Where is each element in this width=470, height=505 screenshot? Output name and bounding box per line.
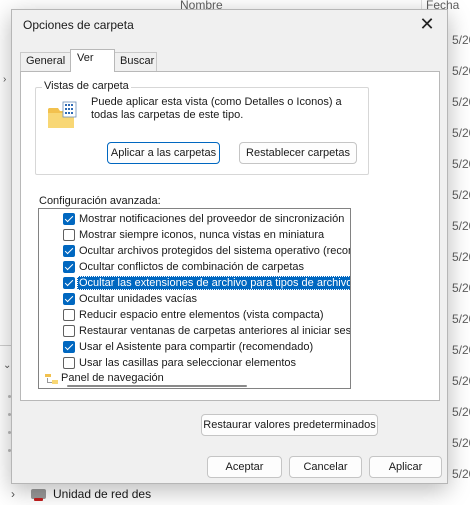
date-value: 5/20 (452, 33, 470, 47)
setting-checkbox[interactable] (63, 261, 75, 273)
cancel-button[interactable]: Cancelar (289, 456, 362, 478)
setting-checkbox[interactable] (63, 213, 75, 225)
date-value: 5/20 (452, 343, 470, 357)
tab-general[interactable]: General (20, 52, 72, 71)
horizontal-scrollbar[interactable] (67, 385, 247, 387)
advanced-setting-item[interactable]: Reducir espacio entre elementos (vista c… (39, 307, 335, 323)
date-value: 5/20 (452, 219, 470, 233)
setting-checkbox[interactable] (63, 229, 75, 241)
tab-panel-ver: Vistas de carpeta Puede aplicar esta vis… (20, 71, 440, 436)
folder-options-dialog: Opciones de carpeta ✕ General Ver Buscar… (11, 9, 448, 484)
dialog-title: Opciones de carpeta (23, 18, 134, 32)
date-value: 5/20 (452, 312, 470, 326)
setting-label: Ocultar unidades vacías (79, 293, 198, 305)
advanced-setting-item[interactable]: Ocultar archivos protegidos del sistema … (39, 243, 350, 259)
restore-defaults-button[interactable]: Restaurar valores predeterminados (201, 414, 378, 436)
advanced-setting-item[interactable]: Restaurar ventanas de carpetas anteriore… (39, 323, 350, 339)
setting-checkbox[interactable] (63, 325, 75, 337)
advanced-setting-item[interactable]: Ocultar las extensiones de archivo para … (39, 275, 350, 291)
close-button[interactable]: ✕ (411, 12, 443, 38)
apply-to-folders-button[interactable]: Aplicar a las carpetas (107, 142, 220, 164)
advanced-settings-label: Configuración avanzada: (39, 195, 161, 207)
date-value: 5/20 (452, 95, 470, 109)
setting-label: Mostrar siempre iconos, nunca vistas en … (79, 229, 325, 241)
date-value: 5/20 (452, 188, 470, 202)
setting-checkbox[interactable] (63, 341, 75, 353)
folder-views-legend: Vistas de carpeta (42, 80, 131, 92)
date-value: 5/20 (452, 281, 470, 295)
folder-views-description: Puede aplicar esta vista (como Detalles … (91, 96, 342, 121)
date-value: 5/20 (452, 436, 470, 450)
setting-checkbox[interactable] (63, 277, 75, 289)
setting-label: Ocultar archivos protegidos del sistema … (79, 245, 351, 257)
advanced-setting-item[interactable]: Mostrar siempre iconos, nunca vistas en … (39, 227, 335, 243)
advanced-setting-item[interactable]: Ocultar unidades vacías (39, 291, 335, 307)
network-drive-item[interactable]: › Unidad de red des (0, 483, 470, 505)
navigation-pane-icon (45, 374, 58, 384)
chevron-right-icon[interactable]: › (3, 74, 6, 85)
tab-buscar[interactable]: Buscar (114, 52, 157, 71)
setting-label: Usar las casillas para seleccionar eleme… (79, 357, 297, 369)
reset-folders-button[interactable]: Restablecer carpetas (239, 142, 357, 164)
advanced-setting-item[interactable]: Ocultar conflictos de combinación de car… (39, 259, 335, 275)
dialog-titlebar[interactable]: Opciones de carpeta ✕ (12, 10, 447, 40)
chevron-right-icon[interactable]: › (11, 487, 15, 501)
advanced-setting-item[interactable]: Mostrar notificaciones del proveedor de … (39, 211, 344, 227)
tab-ver[interactable]: Ver (70, 49, 115, 72)
setting-checkbox[interactable] (63, 357, 75, 369)
folder-view-icon (48, 101, 77, 128)
ok-button[interactable]: Aceptar (207, 456, 282, 478)
advanced-setting-item[interactable]: Usar las casillas para seleccionar eleme… (39, 355, 335, 371)
date-value: 5/20 (452, 157, 470, 171)
setting-label: Mostrar notificaciones del proveedor de … (79, 213, 345, 225)
date-value: 5/20 (452, 126, 470, 140)
setting-checkbox[interactable] (63, 293, 75, 305)
network-drive-icon (31, 489, 46, 501)
setting-label: Restaurar ventanas de carpetas anteriore… (79, 325, 351, 337)
date-value: 5/20 (452, 64, 470, 78)
setting-label: Ocultar las extensiones de archivo para … (77, 276, 350, 290)
network-drive-label: Unidad de red des (53, 487, 152, 501)
date-value: 5/20 (452, 374, 470, 388)
date-value: 5/20 (452, 405, 470, 419)
date-value: 5/20 (452, 467, 470, 481)
setting-checkbox[interactable] (63, 245, 75, 257)
folder-views-group: Vistas de carpeta Puede aplicar esta vis… (35, 80, 369, 175)
apply-button[interactable]: Aplicar (369, 456, 442, 478)
advanced-settings-list[interactable]: Mostrar notificaciones del proveedor de … (38, 208, 351, 389)
setting-label: Usar el Asistente para compartir (recome… (79, 341, 314, 353)
date-value: 5/20 (452, 250, 470, 264)
advanced-setting-item[interactable]: Usar el Asistente para compartir (recome… (39, 339, 335, 355)
setting-label: Ocultar conflictos de combinación de car… (79, 261, 305, 273)
setting-label: Reducir espacio entre elementos (vista c… (79, 309, 324, 321)
navigation-pane-label: Panel de navegación (61, 372, 164, 384)
setting-checkbox[interactable] (63, 309, 75, 321)
